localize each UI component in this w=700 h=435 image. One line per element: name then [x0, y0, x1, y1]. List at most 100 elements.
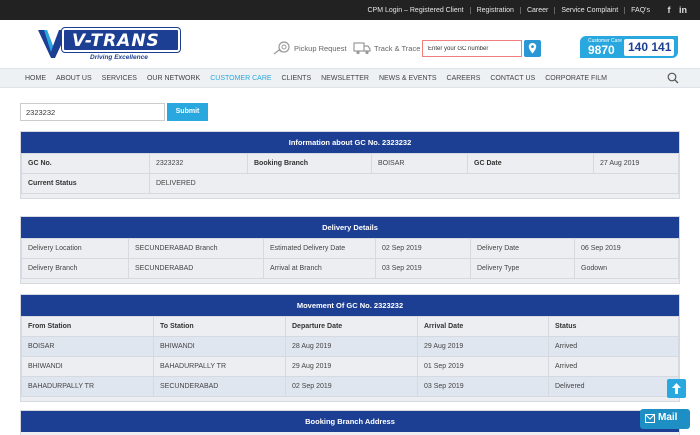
- delivery-details-panel: Delivery Details Delivery Location SECUN…: [20, 216, 680, 284]
- table-cell: Arrived: [548, 356, 679, 377]
- table-row: Current Status DELIVERED: [21, 173, 679, 194]
- phone-part-2: 140 141: [628, 40, 672, 54]
- pickup-request[interactable]: Pickup Request: [273, 40, 347, 56]
- table-cell: Delivery Branch: [21, 258, 129, 279]
- track-submit-button[interactable]: [524, 40, 541, 57]
- table-cell: Arrival at Branch: [263, 258, 376, 279]
- table-cell: Arrived: [548, 336, 679, 357]
- brand-tagline: Driving Excellence: [90, 54, 148, 61]
- table-cell: 02 Sep 2019: [285, 376, 418, 397]
- booking-branch-value: BOISAR: [371, 153, 468, 174]
- table-cell: 29 Aug 2019: [285, 356, 418, 377]
- table-cell: 06 Sep 2019: [574, 238, 679, 259]
- cpm-login-link[interactable]: CPM Login – Registered Client: [361, 7, 469, 14]
- table-cell: 03 Sep 2019: [375, 258, 471, 279]
- delivery-details-title: Delivery Details: [21, 217, 679, 238]
- facebook-icon[interactable]: f: [662, 5, 676, 15]
- nav-items: HOME ABOUT US SERVICES OUR NETWORK CUSTO…: [20, 69, 612, 87]
- table-row: GC No. 2323232 Booking Branch BOISAR GC …: [21, 153, 679, 174]
- delivery-details-table: Delivery Location SECUNDERABAD Branch Es…: [21, 238, 679, 279]
- submit-button[interactable]: Submit: [167, 103, 208, 121]
- pickup-icon: [273, 41, 290, 55]
- nav-contact-us[interactable]: CONTACT US: [485, 75, 540, 82]
- nav-clients[interactable]: CLIENTS: [277, 75, 317, 82]
- table-cell: Delivery Date: [470, 238, 575, 259]
- registration-link[interactable]: Registration: [469, 6, 520, 14]
- table-cell: 01 Sep 2019: [417, 356, 549, 377]
- truck-icon: [353, 42, 371, 55]
- mail-label: Mail: [658, 412, 678, 423]
- gc-info-table: GC No. 2323232 Booking Branch BOISAR GC …: [21, 153, 679, 194]
- table-cell: 02 Sep 2019: [375, 238, 471, 259]
- table-row: BAHADURPALLY TR SECUNDERABAD 02 Sep 2019…: [21, 376, 679, 397]
- location-pin-icon: [528, 43, 537, 54]
- envelope-icon: [645, 414, 655, 423]
- table-cell: SECUNDERABAD Branch: [128, 238, 264, 259]
- movement-table: From Station To Station Departure Date A…: [21, 316, 679, 397]
- table-cell: Delivered: [548, 376, 679, 397]
- gc-no-value: 2323232: [149, 153, 248, 174]
- table-cell: BOISAR: [21, 336, 154, 357]
- table-cell: 03 Sep 2019: [417, 376, 549, 397]
- table-row: BOISAR BHIWANDI 28 Aug 2019 29 Aug 2019 …: [21, 336, 679, 357]
- search-icon[interactable]: [667, 72, 679, 84]
- table-cell: BAHADURPALLY TR: [21, 376, 154, 397]
- gc-date-label: GC Date: [467, 153, 594, 174]
- social-links: f in: [662, 5, 690, 15]
- nav-corporate-film[interactable]: CORPORATE FILM: [540, 75, 612, 82]
- mail-button[interactable]: Mail: [640, 409, 690, 429]
- brand-logo[interactable]: V-TRANS Driving Excellence: [38, 28, 180, 62]
- brand-name: V-TRANS: [72, 31, 160, 51]
- gc-info-panel: Information about GC No. 2323232 GC No. …: [20, 131, 680, 199]
- faq-link[interactable]: FAQ's: [624, 6, 656, 14]
- nav-home[interactable]: HOME: [20, 75, 51, 82]
- top-links: CPM Login – Registered Client Registrati…: [361, 0, 690, 20]
- gc-info-title: Information about GC No. 2323232: [21, 132, 679, 153]
- nav-news-events[interactable]: NEWS & EVENTS: [374, 75, 442, 82]
- table-row: Delivery Branch SECUNDERABAD Arrival at …: [21, 258, 679, 279]
- service-complaint-link[interactable]: Service Complaint: [554, 6, 624, 14]
- nav-services[interactable]: SERVICES: [97, 75, 142, 82]
- current-status-value: DELIVERED: [149, 173, 679, 194]
- top-bar: CPM Login – Registered Client Registrati…: [0, 0, 700, 20]
- table-cell: Delivery Type: [470, 258, 575, 279]
- table-row: BHIWANDI BAHADURPALLY TR 29 Aug 2019 01 …: [21, 356, 679, 377]
- pickup-label: Pickup Request: [294, 43, 347, 53]
- table-cell: BHIWANDI: [153, 336, 286, 357]
- gc-number-input[interactable]: [422, 40, 522, 57]
- linkedin-icon[interactable]: in: [676, 5, 690, 15]
- phone-box: 140 141: [624, 39, 674, 56]
- table-cell: SECUNDERABAD: [128, 258, 264, 279]
- table-header-row: From Station To Station Departure Date A…: [21, 316, 679, 337]
- table-cell: Delivery Location: [21, 238, 129, 259]
- gc-date-value: 27 Aug 2019: [593, 153, 679, 174]
- customer-care-badge[interactable]: Customer Care 9870 140 141: [580, 36, 678, 58]
- booking-branch-label: Booking Branch: [247, 153, 372, 174]
- table-cell: Godown: [574, 258, 679, 279]
- nav-newsletter[interactable]: NEWSLETTER: [316, 75, 374, 82]
- movement-panel: Movement Of GC No. 2323232 From Station …: [20, 294, 680, 402]
- gc-search-input[interactable]: [20, 103, 165, 121]
- column-header: From Station: [21, 316, 154, 337]
- nav-our-network[interactable]: OUR NETWORK: [142, 75, 205, 82]
- current-status-label: Current Status: [21, 173, 150, 194]
- table-cell: 28 Aug 2019: [285, 336, 418, 357]
- career-link[interactable]: Career: [519, 6, 554, 14]
- table-cell: BHIWANDI: [21, 356, 154, 377]
- track-and-trace[interactable]: Track & Trace: [353, 40, 420, 56]
- nav-about-us[interactable]: ABOUT US: [51, 75, 97, 82]
- column-header: Departure Date: [285, 316, 418, 337]
- nav-customer-care[interactable]: CUSTOMER CARE: [205, 75, 276, 82]
- nav-careers[interactable]: CAREERS: [442, 75, 486, 82]
- scroll-to-top-button[interactable]: [667, 379, 686, 398]
- track-label: Track & Trace: [374, 43, 421, 53]
- arrow-up-icon: [672, 383, 681, 394]
- header: V-TRANS Driving Excellence Pickup Reques…: [0, 20, 700, 68]
- table-cell: BAHADURPALLY TR: [153, 356, 286, 377]
- column-header: Arrival Date: [417, 316, 549, 337]
- booking-address-title: Booking Branch Address: [21, 411, 679, 432]
- table-cell: 29 Aug 2019: [417, 336, 549, 357]
- column-header: Status: [548, 316, 679, 337]
- table-cell: Estimated Delivery Date: [263, 238, 376, 259]
- table-cell: SECUNDERABAD: [153, 376, 286, 397]
